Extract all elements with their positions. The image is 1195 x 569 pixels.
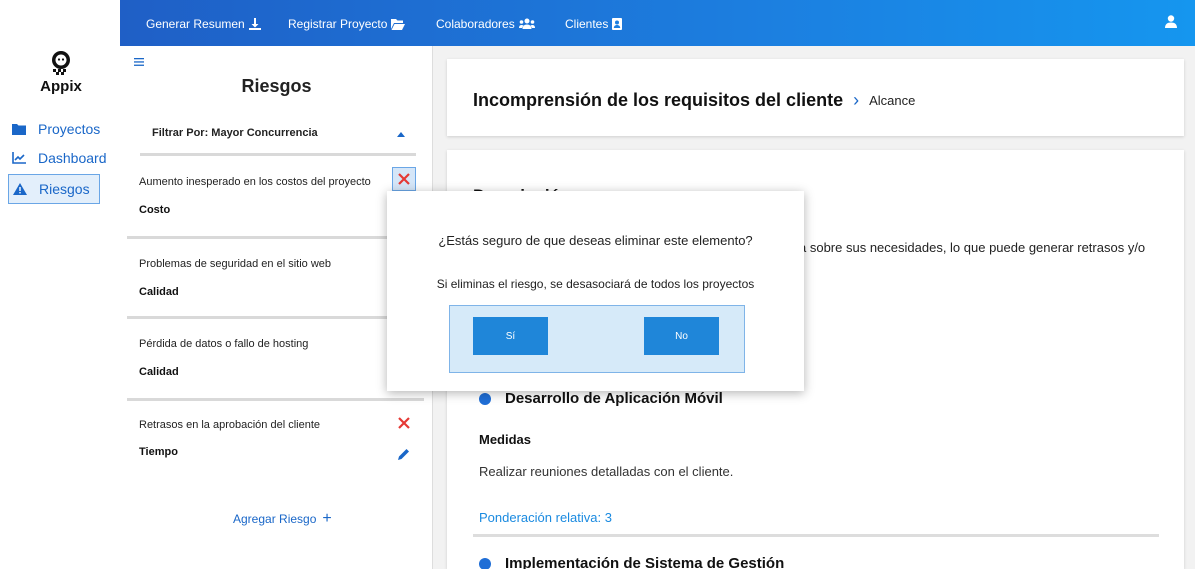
nav-label: Generar Resumen — [146, 17, 245, 31]
app-name: Appix — [40, 78, 82, 95]
breadcrumb: › Alcance — [853, 90, 915, 111]
risk-category: Calidad — [139, 286, 179, 298]
risk-title-row: Incomprensión de los requisitos del clie… — [473, 90, 915, 111]
sidebar-item-label: Riesgos — [39, 181, 90, 197]
risk-category: Tiempo — [139, 446, 178, 458]
measures-text: Realizar reuniones detalladas con el cli… — [479, 464, 734, 479]
add-risk-button[interactable]: Agregar Riesgo + — [233, 510, 332, 528]
sidebar: Appix Proyectos Dashboard Riesgos — [0, 0, 120, 569]
nav-label: Registrar Proyecto — [288, 17, 388, 31]
nav-clientes[interactable]: Clientes — [565, 17, 623, 31]
users-icon — [518, 18, 535, 30]
bullet-dot-icon — [479, 392, 491, 405]
confirm-no-button[interactable]: No — [644, 317, 719, 355]
project-name: Desarrollo de Aplicación Móvil — [505, 390, 723, 407]
add-risk-label: Agregar Riesgo — [233, 512, 317, 526]
project-heading: Desarrollo de Aplicación Móvil — [479, 390, 723, 407]
nav-label: Clientes — [565, 17, 609, 31]
nav-generar-resumen[interactable]: Generar Resumen — [146, 17, 261, 31]
modal-question: ¿Estás seguro de que deseas eliminar est… — [438, 233, 753, 248]
sidebar-item-label: Dashboard — [38, 150, 107, 166]
chevron-right-icon: › — [853, 90, 860, 110]
sidebar-item-dashboard[interactable]: Dashboard — [8, 144, 107, 172]
folder-icon — [12, 122, 26, 136]
sidebar-item-proyectos[interactable]: Proyectos — [8, 115, 100, 143]
plus-icon: + — [322, 510, 332, 527]
nav-registrar-proyecto[interactable]: Registrar Proyecto — [288, 17, 406, 31]
risk-name: Retrasos en la aprobación del cliente — [139, 419, 321, 431]
close-icon — [398, 417, 410, 429]
top-navbar: Generar Resumen Registrar Proyecto Colab… — [120, 0, 1195, 46]
project-heading: Implementación de Sistema de Gestión — [479, 555, 784, 569]
risk-title: Incomprensión de los requisitos del clie… — [473, 90, 844, 110]
divider — [140, 153, 416, 156]
bullet-dot-icon — [479, 557, 491, 569]
address-book-icon — [612, 18, 623, 30]
risk-category: Costo — [139, 204, 171, 216]
delete-risk-button[interactable] — [392, 167, 416, 191]
chart-line-icon — [12, 151, 26, 165]
warning-icon — [13, 182, 27, 196]
risk-name: Aumento inesperado en los costos del pro… — [139, 176, 371, 188]
confirm-delete-modal: ¿Estás seguro de que deseas eliminar est… — [387, 191, 804, 391]
confirm-yes-button[interactable]: Sí — [473, 317, 548, 355]
modal-actions: Sí No — [449, 305, 745, 373]
risk-list-item[interactable]: Retrasos en la aprobación del cliente Ti… — [120, 404, 428, 478]
nav-colaboradores[interactable]: Colaboradores — [436, 17, 535, 31]
weight-label: Ponderación relativa: 3 — [479, 510, 612, 525]
risk-category: Calidad — [139, 366, 179, 378]
modal-note: Si eliminas el riesgo, se desasociará de… — [436, 277, 755, 291]
filter-dropdown-label[interactable]: Filtrar Por: Mayor Concurrencia — [152, 127, 318, 139]
risk-name: Problemas de seguridad en el sitio web — [139, 258, 332, 270]
risk-list-item[interactable]: Aumento inesperado en los costos del pro… — [120, 164, 428, 238]
user-icon[interactable] — [1165, 15, 1177, 33]
app-logo[interactable]: Appix — [36, 50, 86, 95]
close-icon — [398, 173, 410, 185]
project-name: Implementación de Sistema de Gestión — [505, 555, 785, 569]
sidebar-item-riesgos[interactable]: Riesgos — [8, 174, 100, 204]
folder-open-icon — [391, 18, 406, 30]
logo-icon — [48, 50, 74, 76]
risk-header-card: Incomprensión de los requisitos del clie… — [447, 59, 1184, 136]
pencil-icon — [398, 449, 409, 460]
divider — [127, 236, 424, 239]
caret-up-icon[interactable] — [396, 126, 406, 144]
sidebar-item-label: Proyectos — [38, 121, 101, 137]
menu-icon[interactable] — [134, 54, 144, 69]
divider — [473, 534, 1159, 537]
description-text: a sobre sus necesidades, lo que puede ge… — [799, 240, 1146, 255]
breadcrumb-label: Alcance — [869, 93, 916, 108]
risk-name: Pérdida de datos o fallo de hosting — [139, 338, 309, 350]
measures-label: Medidas — [479, 432, 532, 447]
nav-label: Colaboradores — [436, 17, 515, 31]
edit-risk-button[interactable] — [398, 447, 414, 463]
risk-list-item[interactable]: Pérdida de datos o fallo de hosting Cali… — [120, 322, 428, 396]
download-icon — [248, 18, 261, 30]
delete-risk-button[interactable] — [394, 413, 414, 433]
risk-list-item[interactable]: Problemas de seguridad en el sitio web C… — [120, 242, 428, 316]
panel-title: Riesgos — [241, 76, 312, 96]
divider — [127, 316, 424, 319]
divider — [127, 398, 424, 401]
